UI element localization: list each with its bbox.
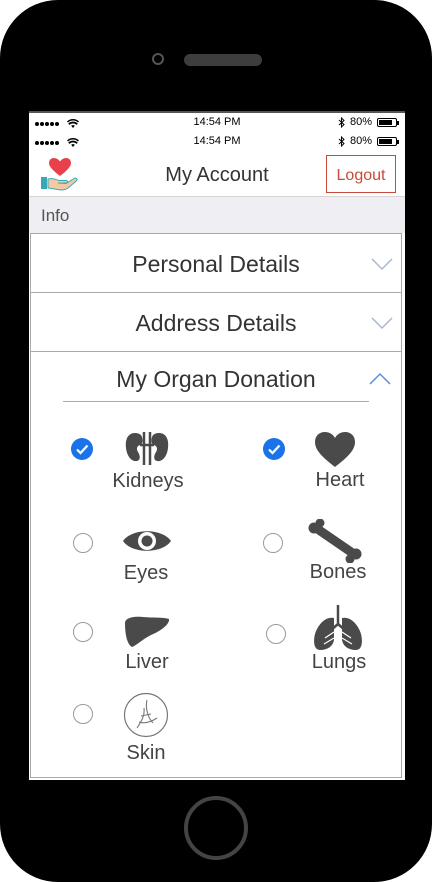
radio-unchecked-icon[interactable]: [73, 622, 93, 642]
radio-unchecked-icon[interactable]: [263, 533, 283, 553]
chevron-down-icon[interactable]: [370, 257, 394, 271]
organ-label: Liver: [125, 651, 169, 673]
status-bar-outer: 14:54 PM 80%: [29, 111, 405, 132]
speaker-grille: [184, 54, 262, 66]
lungs-icon: [314, 605, 362, 650]
personal-details-accordion[interactable]: Personal Details: [30, 233, 402, 293]
organ-donation-accordion: My Organ Donation Kidneys Heart Eyes Bon…: [30, 351, 402, 778]
organ-label: Lungs: [311, 651, 367, 673]
organ-label: Kidneys: [112, 470, 184, 492]
chevron-down-icon[interactable]: [370, 316, 394, 330]
checkbox-checked-icon[interactable]: [71, 438, 93, 460]
heart-icon: [315, 432, 355, 467]
checkbox-checked-icon[interactable]: [263, 438, 285, 460]
personal-details-title: Personal Details: [132, 251, 300, 277]
info-section-header: Info: [29, 197, 405, 233]
status-bar-inner: 14:54 PM 80%: [29, 132, 405, 152]
screen: 14:54 PM 80% 14:54 PM 80% My Account Log…: [29, 111, 405, 780]
bluetooth-icon: [338, 116, 345, 128]
home-button[interactable]: [184, 796, 248, 860]
bluetooth-icon: [338, 135, 345, 147]
kidneys-icon: [125, 432, 169, 465]
battery-percent: 80%: [349, 116, 372, 128]
eye-icon: [123, 531, 171, 551]
address-details-title: Address Details: [135, 310, 297, 336]
battery-icon: [377, 136, 399, 146]
radio-unchecked-icon[interactable]: [73, 533, 93, 553]
chevron-up-icon[interactable]: [368, 372, 392, 386]
logout-button[interactable]: Logout: [326, 155, 396, 193]
organ-label: Bones: [309, 561, 367, 583]
address-details-accordion[interactable]: Address Details: [30, 292, 402, 352]
organ-donation-title[interactable]: My Organ Donation: [31, 366, 401, 393]
organ-label: Heart: [315, 469, 365, 491]
radio-unchecked-icon[interactable]: [73, 704, 93, 724]
section-underline: [63, 401, 369, 402]
battery-percent: 80%: [349, 135, 372, 147]
front-camera: [152, 53, 164, 65]
organ-label: Eyes: [123, 562, 169, 584]
battery-icon: [377, 117, 399, 127]
app-header: My Account Logout: [29, 152, 405, 197]
bone-icon: [308, 519, 362, 563]
organ-label: Skin: [126, 742, 166, 764]
radio-unchecked-icon[interactable]: [266, 624, 286, 644]
liver-icon: [125, 616, 170, 647]
phone-frame: 14:54 PM 80% 14:54 PM 80% My Account Log…: [0, 0, 432, 882]
skin-icon: [123, 692, 169, 738]
